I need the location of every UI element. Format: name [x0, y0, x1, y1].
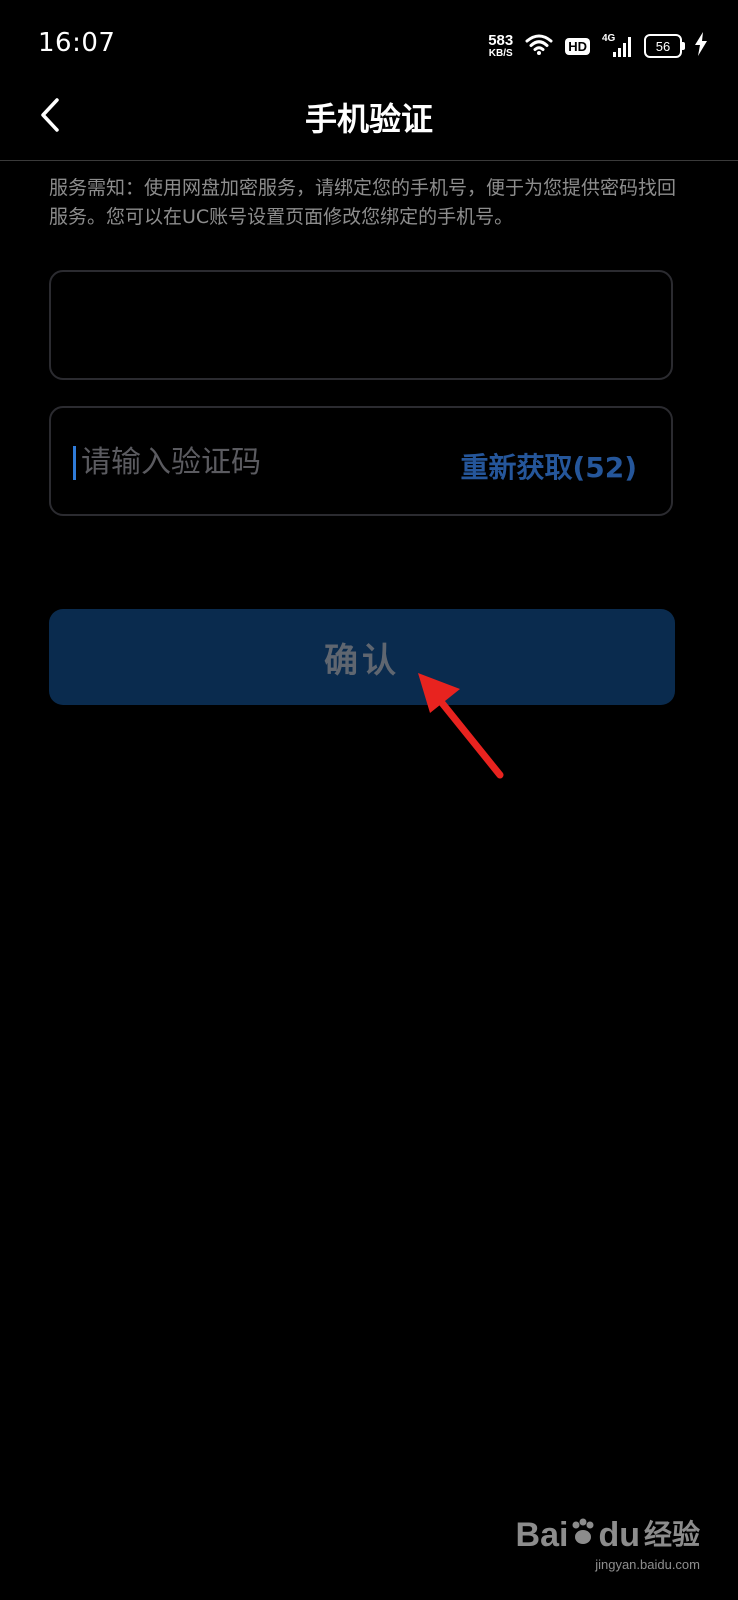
paw-icon — [568, 1517, 598, 1553]
text-cursor — [73, 446, 76, 480]
watermark-brand-latin: Bai — [515, 1516, 569, 1554]
network-speed-value: 583 — [488, 32, 514, 49]
resend-code-button[interactable]: 重新获取(52) — [460, 446, 637, 486]
network-speed-unit: KB/S — [488, 48, 513, 59]
wifi-icon — [525, 33, 553, 59]
network-speed: 583 KB/S — [488, 33, 513, 59]
phone-input[interactable] — [75, 302, 649, 350]
phone-field[interactable] — [49, 270, 673, 380]
cell-signal-icon: 4G — [602, 33, 632, 59]
watermark-logo: Bai du 经验 — [516, 1517, 700, 1553]
header: 手机验证 — [0, 90, 738, 161]
status-icons: 583 KB/S HD 4G 56 — [488, 30, 708, 62]
baidu-jingyan-watermark: Bai du 经验 jingyan.baidu.com — [516, 1517, 700, 1572]
battery-level: 56 — [655, 38, 671, 54]
confirm-button[interactable]: 确认 — [49, 609, 675, 705]
service-notice: 服务需知：使用网盘加密服务，请绑定您的手机号，便于为您提供密码找回服务。您可以在… — [49, 177, 677, 228]
verification-code-field[interactable]: 重新获取(52) — [49, 406, 673, 516]
annotation-arrow-icon — [418, 673, 504, 779]
page-title: 手机验证 — [304, 100, 433, 138]
battery-icon: 56 — [644, 34, 685, 58]
charging-bolt-icon — [694, 32, 708, 60]
hd-badge: HD — [565, 37, 590, 55]
watermark-brand-latin-2: du — [598, 1516, 640, 1554]
watermark-url: jingyan.baidu.com — [595, 1557, 700, 1572]
watermark-brand-cn: 经验 — [643, 1518, 700, 1551]
status-bar: 16:07 583 KB/S HD 4G 56 — [0, 0, 738, 90]
verification-code-input[interactable] — [79, 438, 443, 486]
status-time: 16:07 — [38, 28, 116, 58]
